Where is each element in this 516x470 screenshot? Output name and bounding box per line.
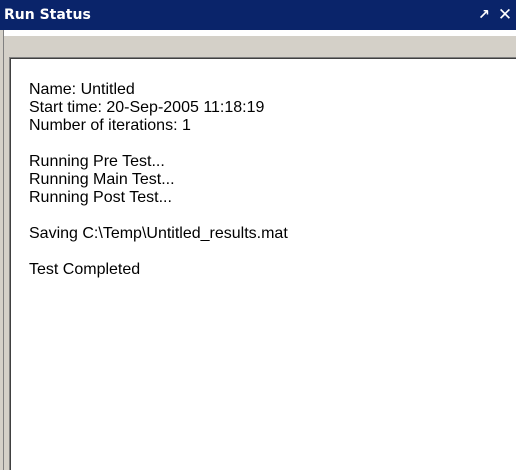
- pre-test-line: Running Pre Test...: [29, 153, 165, 170]
- name-line: Name: Untitled: [29, 81, 135, 98]
- undock-arrow-icon[interactable]: ↗: [476, 6, 492, 24]
- toolbar: [4, 35, 516, 57]
- status-log: Name: Untitled Start time: 20-Sep-2005 1…: [11, 59, 516, 470]
- title-bar[interactable]: Run Status ↗ ✕: [0, 0, 516, 30]
- main-test-line: Running Main Test...: [29, 171, 175, 188]
- iterations-line: Number of iterations: 1: [29, 117, 191, 134]
- completed-line: Test Completed: [29, 261, 141, 278]
- start-time-line: Start time: 20-Sep-2005 11:18:19: [29, 99, 265, 116]
- saving-line: Saving C:\Temp\Untitled_results.mat: [29, 225, 288, 242]
- post-test-line: Running Post Test...: [29, 189, 172, 206]
- run-status-window: Run Status ↗ ✕ Name: Untitled Start time…: [0, 0, 516, 470]
- window-title: Run Status: [4, 7, 91, 23]
- close-icon[interactable]: ✕: [497, 5, 513, 25]
